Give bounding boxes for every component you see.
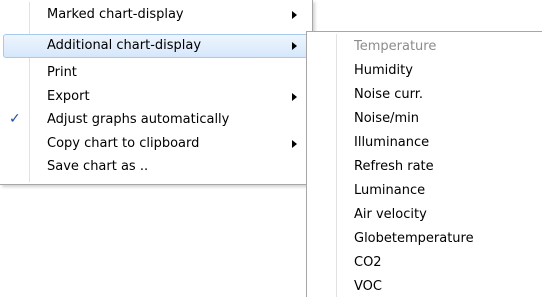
checkmark-icon: ✓ xyxy=(9,111,21,127)
submenu-arrow-icon xyxy=(292,42,297,50)
menu-item-label: Humidity xyxy=(354,63,413,78)
menu-item-label: Export xyxy=(47,89,90,104)
submenu-arrow-icon xyxy=(292,93,297,101)
submenu-item-luminance[interactable]: Luminance xyxy=(310,179,540,203)
submenu-item-refresh-rate[interactable]: Refresh rate xyxy=(310,155,540,179)
submenu-item-noise-min[interactable]: Noise/min xyxy=(310,107,540,131)
menu-item-label: VOC xyxy=(354,279,382,294)
menu-item-label: CO2 xyxy=(354,255,382,270)
menu-item-label: Illuminance xyxy=(354,135,430,150)
menu-item-label: Globetemperature xyxy=(354,231,474,246)
menu-item-label: Air velocity xyxy=(354,207,427,222)
submenu-item-noise-curr[interactable]: Noise curr. xyxy=(310,83,540,107)
context-menu: Marked chart-display Additional chart-di… xyxy=(0,0,313,185)
menu-item-additional-chart-display[interactable]: Additional chart-display xyxy=(3,34,309,58)
additional-chart-display-submenu: Temperature Humidity Noise curr. Noise/m… xyxy=(306,31,542,297)
menu-item-adjust-graphs-automatically[interactable]: ✓ Adjust graphs automatically xyxy=(3,108,309,132)
submenu-arrow-icon xyxy=(292,11,297,19)
menu-item-label: Print xyxy=(47,65,77,80)
menu-item-label: Refresh rate xyxy=(354,159,434,174)
menu-item-export[interactable]: Export xyxy=(3,85,309,109)
menu-item-print[interactable]: Print xyxy=(3,61,309,85)
menu-item-label: Save chart as .. xyxy=(47,159,149,174)
menu-item-save-chart-as[interactable]: Save chart as .. xyxy=(3,155,309,179)
menu-item-label: Noise curr. xyxy=(354,87,423,102)
menu-item-label: Luminance xyxy=(354,183,426,198)
menu-item-label: Additional chart-display xyxy=(47,38,202,53)
menu-item-copy-chart-to-clipboard[interactable]: Copy chart to clipboard xyxy=(3,132,309,156)
submenu-item-humidity[interactable]: Humidity xyxy=(310,59,540,83)
menu-item-label: Temperature xyxy=(354,39,437,54)
submenu-arrow-icon xyxy=(292,140,297,148)
menu-item-marked-chart-display[interactable]: Marked chart-display xyxy=(3,3,309,27)
menu-item-label: Marked chart-display xyxy=(47,7,184,22)
submenu-item-voc[interactable]: VOC xyxy=(310,275,540,299)
menu-item-label: Copy chart to clipboard xyxy=(47,136,200,151)
submenu-item-temperature: Temperature xyxy=(310,35,540,59)
submenu-item-globetemperature[interactable]: Globetemperature xyxy=(310,227,540,251)
menu-item-label: Noise/min xyxy=(354,111,419,126)
submenu-item-air-velocity[interactable]: Air velocity xyxy=(310,203,540,227)
submenu-item-illuminance[interactable]: Illuminance xyxy=(310,131,540,155)
menu-item-label: Adjust graphs automatically xyxy=(47,112,230,127)
submenu-item-co2[interactable]: CO2 xyxy=(310,251,540,275)
